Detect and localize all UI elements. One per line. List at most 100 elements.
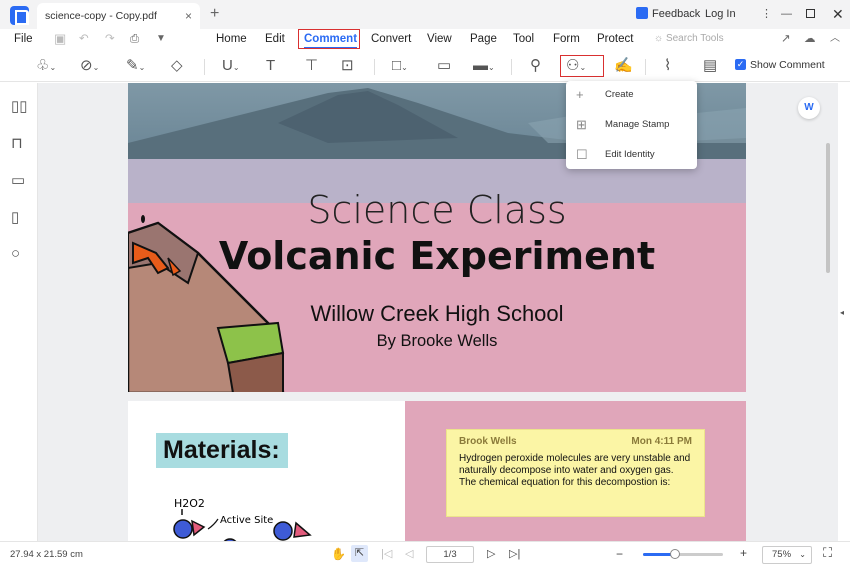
comment-toolbar: ♧⌄ ⊘⌄ ✎⌄ ◇ U⌄ T ⊤ ⊡ □⌄ ▭ ▬⌄ ⚲ ⚇⌄ ✍ ⌇ ▤ ✓…: [0, 50, 850, 82]
highlight-tool-icon[interactable]: ♧⌄: [36, 57, 56, 77]
hand-tool-icon[interactable]: ✋: [331, 547, 346, 561]
document-canvas[interactable]: Science Class Volcanic Experiment Willow…: [38, 83, 838, 541]
text-box-tool-icon[interactable]: ⊤: [305, 57, 318, 75]
status-bar: 27.94 x 21.59 cm ✋ ⇱ |◁ ◁ 1/3 ▷ ▷| − + 7…: [0, 541, 850, 567]
menu-home[interactable]: Home: [216, 31, 247, 47]
stamp-menu-create[interactable]: + Create: [566, 81, 697, 109]
bookmark-icon[interactable]: ⊓: [11, 134, 23, 152]
page-size-readout: 27.94 x 21.59 cm: [10, 549, 83, 560]
stamp-menu-manage[interactable]: ⊞ Manage Stamp: [566, 111, 697, 139]
title-bar: science-copy - Copy.pdf × + Feedback Log…: [0, 0, 850, 29]
collapse-ribbon-icon[interactable]: ︿: [830, 31, 840, 47]
maximize-icon[interactable]: [806, 0, 815, 29]
area-measure-tool-icon[interactable]: ▬⌄: [473, 57, 495, 77]
last-page-icon[interactable]: ▷|: [509, 547, 520, 560]
share-icon[interactable]: ↗: [781, 31, 791, 47]
stamp-highlight-box: [560, 55, 604, 77]
edit-icon: ☐: [576, 147, 588, 162]
zoom-select[interactable]: 75% ⌄: [762, 546, 812, 564]
menu-page[interactable]: Page: [470, 31, 497, 47]
enzyme-sketch: H2O2 Active Site: [173, 497, 312, 541]
underline-tool-icon[interactable]: U⌄: [222, 57, 240, 77]
fit-page-icon[interactable]: ⛶: [823, 545, 832, 561]
page-2: Materials: H2O2 Active Site Brook Wells M…: [128, 401, 746, 541]
note-text: Hydrogen peroxide molecules are very uns…: [459, 453, 691, 488]
comment-highlight-box: [298, 29, 360, 49]
stamp-menu-create-label: Create: [605, 89, 634, 100]
stamp-menu-edit-identity[interactable]: ☐ Edit Identity: [566, 141, 697, 169]
attachments-panel-icon[interactable]: ▯: [11, 208, 19, 226]
plus-icon: +: [576, 87, 584, 102]
expand-right-panel-icon[interactable]: ◂: [840, 308, 844, 317]
tab-title: science-copy - Copy.pdf: [45, 10, 157, 22]
ai-assistant-icon[interactable]: W: [798, 97, 820, 119]
zoom-in-icon[interactable]: +: [740, 546, 747, 560]
undo-icon[interactable]: ↶: [79, 31, 89, 47]
menu-tool[interactable]: Tool: [513, 31, 534, 47]
pencil-tool-icon[interactable]: ✎⌄: [126, 57, 145, 77]
sketch-h2o2-label: H2O2: [174, 497, 205, 510]
select-tool-icon[interactable]: ⇱: [351, 545, 368, 562]
page-number-input[interactable]: 1/3: [426, 546, 474, 563]
attachment-tool-icon[interactable]: ⌇: [664, 57, 671, 75]
zoom-out-icon[interactable]: −: [616, 547, 623, 561]
callout-tool-icon[interactable]: ⊡: [341, 57, 354, 75]
minimize-icon[interactable]: —: [781, 0, 792, 29]
search-tools-label: Search Tools: [665, 33, 724, 44]
document-tab[interactable]: science-copy - Copy.pdf ×: [37, 3, 200, 29]
new-tab-button[interactable]: +: [210, 5, 219, 23]
volcano-illustration: [128, 215, 285, 392]
area-highlight-tool-icon[interactable]: ⊘⌄: [80, 57, 99, 77]
app-logo-icon: [10, 6, 29, 25]
zoom-value: 75%: [772, 549, 792, 560]
note-time: Mon 4:11 PM: [631, 436, 692, 447]
redo-icon[interactable]: ↷: [105, 31, 115, 47]
stamp-menu-edit-identity-label: Edit Identity: [605, 149, 655, 160]
note-author: Brook Wells: [459, 436, 517, 447]
quick-access-dropdown-icon[interactable]: ▼: [156, 31, 166, 47]
right-panel-strip: ◂: [838, 83, 850, 541]
chevron-down-icon: ⌄: [799, 550, 806, 559]
vertical-scrollbar[interactable]: [826, 143, 830, 273]
menu-view[interactable]: View: [427, 31, 452, 47]
comment-list-icon[interactable]: ▤: [703, 57, 717, 75]
menu-protect[interactable]: Protect: [597, 31, 633, 47]
login-link[interactable]: Log In: [705, 0, 736, 29]
stamp-tool-icon[interactable]: ⚲: [530, 57, 541, 75]
menu-file[interactable]: File: [14, 31, 33, 47]
previous-page-icon[interactable]: ◁: [405, 547, 413, 560]
thumbnails-icon[interactable]: ▯▯: [11, 97, 28, 115]
text-tool-icon[interactable]: T: [266, 57, 275, 75]
menu-bar: File ▣ ↶ ↷ ⎙ ▼ Home Edit Comment Convert…: [0, 29, 850, 50]
feedback-link[interactable]: Feedback: [636, 0, 700, 29]
left-sidebar: ▯▯ ⊓ ▭ ▯ ○ ▸: [0, 83, 45, 541]
first-page-icon[interactable]: |◁: [381, 547, 392, 560]
search-icon[interactable]: ○: [11, 245, 20, 262]
search-tools[interactable]: ☼ Search Tools: [654, 31, 724, 47]
close-tab-icon[interactable]: ×: [185, 3, 192, 29]
more-options-icon[interactable]: ⋮: [761, 0, 772, 29]
shape-tool-icon[interactable]: □⌄: [392, 57, 408, 77]
close-window-icon[interactable]: ✕: [832, 0, 844, 29]
comments-panel-icon[interactable]: ▭: [11, 171, 25, 189]
show-comment-checkbox[interactable]: ✓: [735, 59, 746, 70]
menu-edit[interactable]: Edit: [265, 31, 285, 47]
eraser-tool-icon[interactable]: ◇: [171, 57, 183, 75]
zoom-slider[interactable]: [643, 549, 723, 559]
show-comment-label: Show Comment: [750, 59, 825, 71]
grid-icon: ⊞: [576, 117, 587, 132]
menu-form[interactable]: Form: [553, 31, 580, 47]
materials-heading: Materials:: [156, 433, 288, 468]
menu-convert[interactable]: Convert: [371, 31, 411, 47]
sticky-note[interactable]: Brook Wells Mon 4:11 PM Hydrogen peroxide…: [446, 429, 705, 517]
sketch-active-site-label: Active Site: [220, 515, 273, 526]
print-icon[interactable]: ⎙: [130, 31, 139, 47]
save-icon[interactable]: ▣: [54, 31, 66, 47]
stamp-menu-manage-label: Manage Stamp: [605, 119, 670, 130]
note-tool-icon[interactable]: ▭: [437, 57, 451, 75]
next-page-icon[interactable]: ▷: [487, 547, 495, 560]
signature-tool-icon[interactable]: ✍: [614, 57, 633, 75]
cloud-upload-icon[interactable]: ☁: [804, 31, 816, 47]
zoom-slider-thumb[interactable]: [670, 549, 680, 559]
feedback-label: Feedback: [652, 8, 701, 20]
